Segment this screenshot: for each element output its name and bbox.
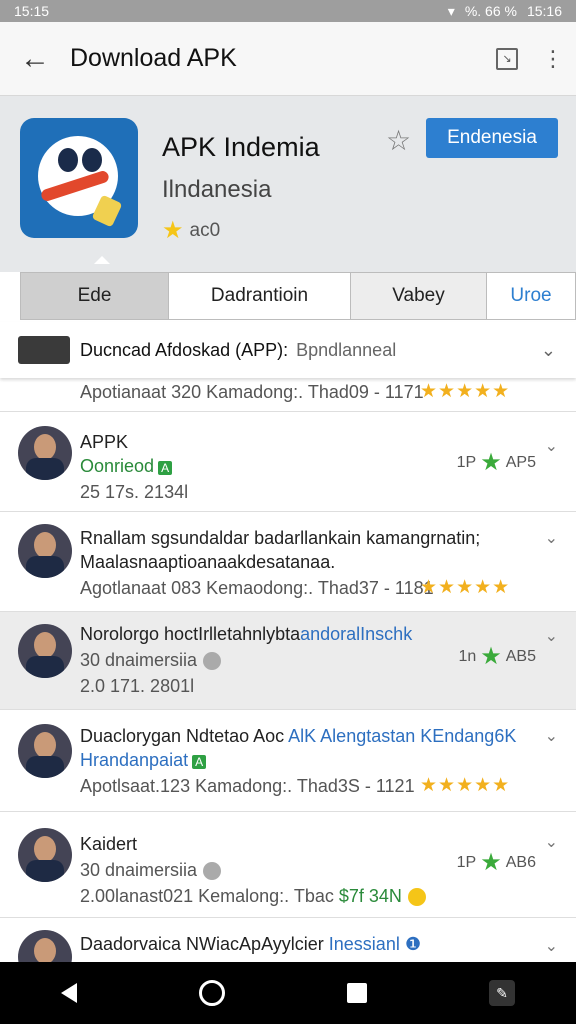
rating-stars: ★★★★★ bbox=[420, 381, 511, 402]
tab-1[interactable]: Ede bbox=[21, 273, 169, 319]
badge: A bbox=[192, 755, 207, 769]
bookmark-icon: ↘ bbox=[496, 47, 518, 70]
install-button[interactable]: Endenesia bbox=[426, 118, 558, 158]
overflow-menu-icon[interactable]: ⋮ bbox=[530, 36, 576, 82]
item-subtitle: 30 dnaimersiia bbox=[80, 650, 222, 671]
avatar bbox=[18, 828, 72, 882]
filter-thumbnail bbox=[18, 336, 70, 364]
list-item[interactable]: Rnallam sgsundaldar badarllankain kamang… bbox=[0, 512, 576, 612]
list-item[interactable]: Daadorvaica NWiacApAyylcier Inessianl ❶ … bbox=[0, 918, 576, 962]
avatar bbox=[18, 524, 72, 578]
item-meta: Apotlsaat.123 Kamadong:. Thad3S - 1121 bbox=[80, 776, 415, 796]
favorite-star-icon[interactable]: ☆ bbox=[386, 124, 411, 157]
chevron-down-icon[interactable]: ⌄ bbox=[545, 726, 558, 746]
item-right-meta: 1n ★ AB5 bbox=[458, 643, 536, 670]
app-header: APK Indemia Ilndanesia ★ ac0 ☆ Endenesia bbox=[0, 96, 576, 272]
green-star-icon: ★ bbox=[480, 849, 502, 876]
info-icon: ❶ bbox=[404, 934, 421, 954]
filter-label: Ducncad Afdoskad (APP): bbox=[80, 339, 289, 360]
chevron-down-icon[interactable]: ⌄ bbox=[545, 436, 558, 456]
filter-value: Bpndlanneal bbox=[296, 339, 397, 360]
nav-back-icon[interactable] bbox=[61, 983, 77, 1003]
item-title: Norolorgo hoctIrlletahnlybtaandoralInsch… bbox=[80, 624, 413, 644]
badge: A bbox=[158, 461, 173, 475]
rating-star-icon: ★ bbox=[162, 217, 184, 244]
avatar bbox=[18, 930, 72, 962]
item-subtitle: Hrandanpaiat A bbox=[80, 750, 207, 771]
page-title: Download APK bbox=[70, 44, 237, 72]
status-time-left: 15:15 bbox=[14, 3, 50, 19]
tab-bar: Ede Dadrantioin Vabey Uroe bbox=[20, 272, 576, 320]
rating-stars: ★★★★★ bbox=[420, 775, 511, 796]
item-status: Oonrieod A bbox=[80, 456, 173, 477]
item-title-2: Maalasnaaptioanaakdesatanaa. bbox=[80, 552, 336, 572]
chevron-down-icon[interactable]: ⌄ bbox=[545, 626, 558, 646]
chevron-down-icon[interactable]: ⌄ bbox=[545, 832, 558, 852]
app-bar: ← Download APK ↘ ⋮ bbox=[0, 22, 576, 96]
item-right-meta: 1P ★ AP5 bbox=[456, 449, 536, 476]
item-title: Daadorvaica NWiacApAyylcier Inessianl ❶ bbox=[80, 934, 421, 954]
nav-home-icon[interactable] bbox=[199, 980, 225, 1006]
status-bar: 15:15 ▾ %. 66 % 15:16 bbox=[0, 0, 576, 22]
avatar bbox=[18, 426, 72, 480]
wifi-icon: ▾ bbox=[447, 2, 455, 19]
item-title: Kaidert bbox=[80, 834, 138, 854]
bookmark-button[interactable]: ↘ bbox=[484, 36, 530, 82]
item-meta: Apotianaat 320 Kamadong:. Thad09 - 1171 bbox=[80, 382, 424, 402]
result-list: Apotianaat 320 Kamadong:. Thad09 - 1171 … bbox=[0, 372, 576, 962]
chevron-down-icon[interactable]: ⌄ bbox=[541, 340, 556, 361]
app-developer[interactable]: Ilndanesia bbox=[162, 176, 271, 204]
back-arrow-icon[interactable]: ← bbox=[0, 42, 70, 76]
list-item[interactable]: APPK Oonrieod A 25 17s. 2134l 1P ★ AP5 ⌄ bbox=[0, 412, 576, 512]
green-star-icon: ★ bbox=[480, 449, 502, 476]
header-caret bbox=[94, 256, 110, 264]
rating-value: ac0 bbox=[189, 219, 221, 241]
item-meta: 2.00lanast021 Kemalong:. Tbac $7f 34N bbox=[80, 886, 426, 907]
avatar bbox=[18, 624, 72, 678]
list-item[interactable]: Kaidert 30 dnaimersiia 2.00lanast021 Kem… bbox=[0, 812, 576, 918]
list-item[interactable]: Duaclorygan Ndtetao Aoc AlK Alengtastan … bbox=[0, 710, 576, 812]
app-logo bbox=[20, 118, 138, 238]
battery-text: %. 66 % bbox=[464, 3, 517, 19]
app-rating: ★ ac0 bbox=[162, 216, 220, 245]
list-item[interactable]: Apotianaat 320 Kamadong:. Thad09 - 1171 … bbox=[0, 372, 576, 412]
tab-4[interactable]: Uroe bbox=[487, 273, 575, 319]
globe-icon bbox=[203, 862, 222, 881]
tab-2[interactable]: Dadrantioin bbox=[169, 273, 351, 319]
item-title: APPK bbox=[80, 432, 129, 452]
chevron-down-icon[interactable]: ⌄ bbox=[545, 528, 558, 548]
status-right: ▾ %. 66 % 15:16 bbox=[448, 3, 562, 20]
item-meta: 25 17s. 2134l bbox=[80, 482, 189, 502]
globe-icon bbox=[203, 652, 222, 671]
app-name: APK Indemia bbox=[162, 132, 320, 162]
rating-stars: ★★★★★ bbox=[420, 577, 511, 598]
item-meta: 2.0 171. 2801l bbox=[80, 676, 195, 696]
filter-row[interactable]: Ducncad Afdoskad (APP): Bpndlanneal ⌄ bbox=[0, 322, 576, 378]
nav-recents-icon[interactable] bbox=[347, 983, 367, 1003]
item-title: Duaclorygan Ndtetao Aoc AlK Alengtastan … bbox=[80, 726, 517, 746]
chevron-down-icon[interactable]: ⌄ bbox=[545, 936, 558, 956]
item-title: Rnallam sgsundaldar badarllankain kamang… bbox=[80, 528, 481, 548]
list-item[interactable]: Norolorgo hoctIrlletahnlybtaandoralInsch… bbox=[0, 612, 576, 710]
status-time-right: 15:16 bbox=[526, 3, 562, 19]
green-star-icon: ★ bbox=[480, 643, 502, 670]
item-subtitle: 30 dnaimersiia bbox=[80, 860, 222, 881]
item-meta: Agotlanaat 083 Kemaodong:. Thad37 - 1181 bbox=[80, 578, 434, 598]
avatar bbox=[18, 724, 72, 778]
item-right-meta: 1P ★ AB6 bbox=[456, 849, 536, 876]
app-shortcut-icon[interactable]: ✎ bbox=[489, 980, 515, 1006]
emoji-icon bbox=[407, 888, 426, 907]
system-nav-bar: ✎ bbox=[0, 962, 576, 1024]
tab-3[interactable]: Vabey bbox=[351, 273, 487, 319]
